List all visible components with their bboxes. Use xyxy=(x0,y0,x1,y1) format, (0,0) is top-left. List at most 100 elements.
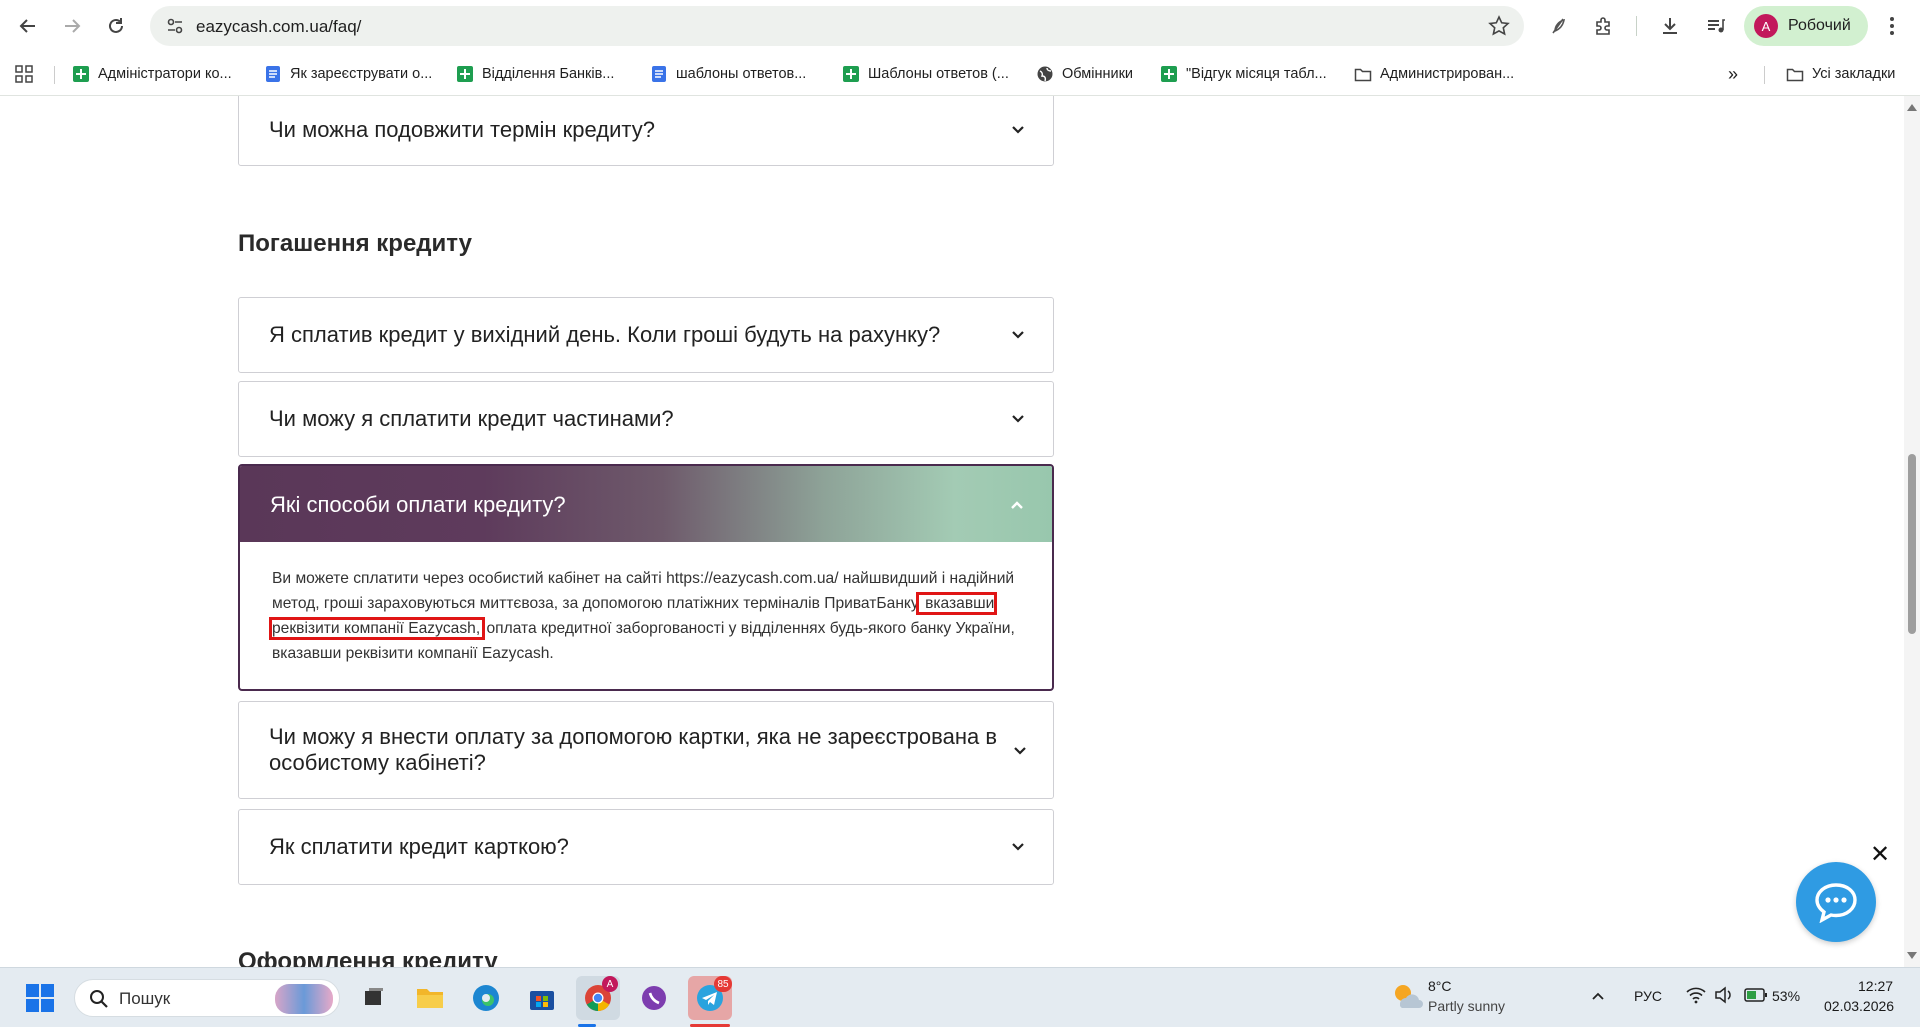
faq-item[interactable]: Я сплатив кредит у вихідний день. Коли г… xyxy=(238,297,1054,373)
search-highlight-image xyxy=(275,984,333,1014)
search-icon xyxy=(90,990,108,1008)
bookmark-item[interactable]: Обмінники xyxy=(1036,62,1133,86)
clock-time[interactable]: 12:27 xyxy=(1858,978,1893,994)
telegram-icon[interactable]: 85 xyxy=(688,976,732,1020)
page-content: Чи можна подовжити термін кредиту? Погаш… xyxy=(0,96,1904,967)
docs-icon xyxy=(266,66,280,82)
microsoft-store-icon[interactable] xyxy=(520,976,564,1020)
page-scrollbar[interactable] xyxy=(1904,96,1920,967)
edge-browser-icon[interactable] xyxy=(464,976,508,1020)
chevron-down-icon xyxy=(1012,126,1024,134)
bookmark-star-icon[interactable] xyxy=(1488,15,1510,37)
telegram-badge: 85 xyxy=(714,976,732,992)
tray-chevron-up-icon[interactable] xyxy=(1590,988,1606,1009)
chat-bubble-icon xyxy=(1815,883,1857,923)
taskbar: Пошук A 85 8°C Partly sunny РУС 53% 12:2… xyxy=(0,967,1920,1027)
bookmark-label: "Відгук місяця табл... xyxy=(1186,66,1327,82)
search-placeholder: Пошук xyxy=(119,989,171,1008)
toolbar-divider xyxy=(1636,16,1637,36)
chrome-profile-badge: A xyxy=(602,976,618,992)
faq-item[interactable]: Чи можу я сплатити кредит частинами? xyxy=(238,381,1054,457)
chrome-browser-icon[interactable]: A xyxy=(576,976,620,1020)
globe-icon xyxy=(1037,66,1053,82)
all-bookmarks-label: Усі закладки xyxy=(1812,66,1896,82)
faq-item[interactable]: Як сплатити кредит карткою? xyxy=(238,809,1054,885)
extension-feather-icon[interactable] xyxy=(1542,10,1574,42)
volume-icon[interactable] xyxy=(1714,986,1734,1009)
site-info-icon[interactable] xyxy=(166,17,184,35)
faq-question: Які способи оплати кредиту? xyxy=(270,492,566,517)
file-explorer-icon[interactable] xyxy=(408,976,452,1020)
sheets-icon xyxy=(73,66,89,82)
bookmark-item[interactable]: Администрирован... xyxy=(1354,62,1514,86)
media-controls-icon[interactable] xyxy=(1700,10,1732,42)
forward-button[interactable] xyxy=(56,10,88,42)
menu-kebab-icon[interactable] xyxy=(1876,10,1908,42)
battery-icon[interactable] xyxy=(1744,987,1768,1008)
faq-item[interactable]: Чи можу я внести оплату за допомогою кар… xyxy=(238,701,1054,799)
scrollbar-thumb[interactable] xyxy=(1908,454,1916,634)
faq-question: Чи можу я внести оплату за допомогою кар… xyxy=(269,724,998,775)
battery-percent: 53% xyxy=(1772,988,1801,1004)
sheets-icon xyxy=(457,66,473,82)
clock-date[interactable]: 02.03.2026 xyxy=(1824,998,1894,1014)
chevron-down-icon xyxy=(1012,415,1024,423)
bookmark-item[interactable]: Відділення Банків... xyxy=(456,62,614,86)
chevron-up-icon xyxy=(1011,501,1023,509)
bookmark-label: Відділення Банків... xyxy=(482,66,615,82)
more-bookmarks-icon[interactable]: » xyxy=(1728,62,1738,86)
section-title: Погашення кредиту xyxy=(238,230,472,257)
sheets-icon xyxy=(1161,66,1177,82)
docs-icon xyxy=(652,66,666,82)
bookmark-item[interactable]: Як зареєструвати о... xyxy=(264,62,432,86)
chevron-down-icon xyxy=(1014,747,1026,755)
faq-expanded-header[interactable]: Які способи оплати кредиту? xyxy=(240,466,1052,542)
chevron-down-icon xyxy=(1012,331,1024,339)
wifi-icon[interactable] xyxy=(1686,986,1706,1009)
reload-button[interactable] xyxy=(100,10,132,42)
scroll-down-arrow-icon[interactable] xyxy=(1907,952,1917,959)
reload-icon xyxy=(109,18,123,33)
bookmark-item[interactable]: Шаблоны ответов (... xyxy=(842,62,1009,86)
downloads-icon[interactable] xyxy=(1654,10,1686,42)
section-title: Оформлення кредиту xyxy=(238,948,498,967)
bookmark-label: Адміністратори ко... xyxy=(98,66,232,82)
faq-answer: Ви можете сплатити через особистий кабін… xyxy=(268,566,1032,666)
chevron-down-icon xyxy=(1012,843,1024,851)
arrow-left-icon xyxy=(19,19,35,33)
address-bar[interactable]: eazycash.com.ua/faq/ xyxy=(150,6,1524,46)
scroll-up-arrow-icon[interactable] xyxy=(1907,104,1917,111)
bookmark-label: шаблоны ответов... xyxy=(676,66,807,82)
all-bookmarks-button[interactable]: Усі закладки xyxy=(1786,62,1895,86)
close-icon[interactable]: ✕ xyxy=(1870,840,1890,869)
bookmarks-divider xyxy=(54,66,55,84)
taskbar-search[interactable]: Пошук xyxy=(74,979,340,1017)
faq-question: Як сплатити кредит карткою? xyxy=(269,834,569,859)
bookmark-item[interactable]: шаблоны ответов... xyxy=(650,62,806,86)
avatar: A xyxy=(1754,14,1778,38)
faq-question: Я сплатив кредит у вихідний день. Коли г… xyxy=(269,322,941,347)
bookmark-label: Администрирован... xyxy=(1380,66,1515,82)
folder-icon xyxy=(1354,68,1372,82)
task-view-icon[interactable] xyxy=(352,976,396,1020)
viber-icon[interactable] xyxy=(632,976,676,1020)
profile-button[interactable]: A Робочий xyxy=(1744,6,1868,46)
faq-item-expanded: Які способи оплати кредиту? Ви можете сп… xyxy=(238,464,1054,691)
bookmark-item[interactable]: Адміністратори ко... xyxy=(72,62,232,86)
browser-toolbar: eazycash.com.ua/faq/ A Робочий xyxy=(0,0,1920,52)
extensions-puzzle-icon[interactable] xyxy=(1588,10,1620,42)
arrow-right-icon xyxy=(65,19,81,33)
profile-name: Робочий xyxy=(1788,17,1851,34)
weather-temp: 8°C xyxy=(1428,978,1452,994)
weather-desc: Partly sunny xyxy=(1428,998,1506,1014)
faq-item[interactable]: Чи можна подовжити термін кредиту? xyxy=(238,96,1054,166)
windows-start-icon[interactable] xyxy=(18,976,62,1020)
language-indicator[interactable]: РУС xyxy=(1634,988,1662,1004)
faq-question: Чи можу я сплатити кредит частинами? xyxy=(269,406,674,431)
back-button[interactable] xyxy=(12,10,44,42)
chat-widget-button[interactable] xyxy=(1796,862,1876,942)
apps-grid-icon[interactable] xyxy=(14,62,34,86)
sheets-icon xyxy=(843,66,859,82)
weather-sun-icon[interactable] xyxy=(1390,980,1424,1019)
bookmark-item[interactable]: "Відгук місяця табл... xyxy=(1160,62,1327,86)
